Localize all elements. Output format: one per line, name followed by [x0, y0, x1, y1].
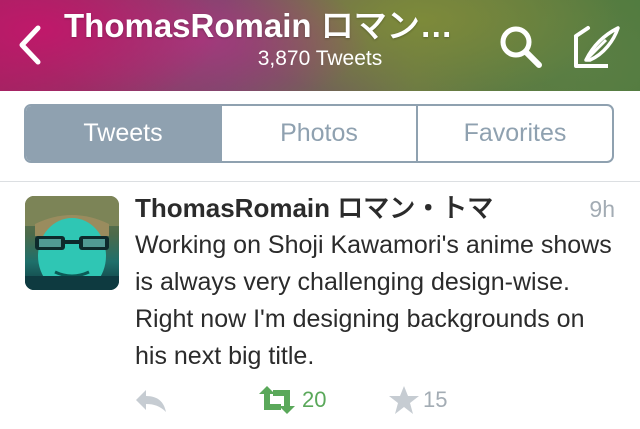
chevron-left-icon	[19, 25, 41, 65]
tab-bar: Tweets Photos Favorites	[0, 91, 640, 182]
compose-icon	[574, 26, 620, 68]
profile-title: ThomasRomain ロマン…	[64, 7, 453, 44]
tweet-item[interactable]: ThomasRomain ロマン・トマ 9h Working on Shoji …	[0, 182, 640, 429]
retweet-icon	[259, 386, 295, 414]
profile-header: ThomasRomain ロマン… 3,870 Tweets	[0, 0, 640, 91]
reply-icon	[136, 390, 166, 412]
tab-photos[interactable]: Photos	[220, 106, 416, 161]
star-icon	[389, 386, 419, 414]
reply-button[interactable]	[134, 386, 168, 414]
avatar-image	[25, 196, 119, 290]
search-icon	[500, 26, 542, 68]
favorite-button[interactable]	[388, 384, 420, 416]
tweet-text: Working on Shoji Kawamori's anime shows …	[135, 231, 612, 370]
retweet-count: 20	[302, 387, 327, 412]
search-button[interactable]	[498, 24, 544, 70]
compose-button[interactable]	[572, 24, 622, 70]
avatar[interactable]	[25, 196, 119, 290]
tweet-time: 9h	[589, 196, 615, 222]
tab-favorites[interactable]: Favorites	[416, 106, 612, 161]
segmented-control: Tweets Photos Favorites	[24, 104, 614, 163]
tweet-author[interactable]: ThomasRomain ロマン・トマ	[135, 192, 493, 224]
tab-tweets[interactable]: Tweets	[26, 106, 220, 161]
favorite-count: 15	[423, 387, 448, 412]
retweet-button[interactable]	[257, 386, 297, 414]
tweet-actions: 20 15	[0, 382, 640, 418]
back-button[interactable]	[14, 24, 46, 66]
tweet-count: 3,870 Tweets	[257, 47, 383, 70]
